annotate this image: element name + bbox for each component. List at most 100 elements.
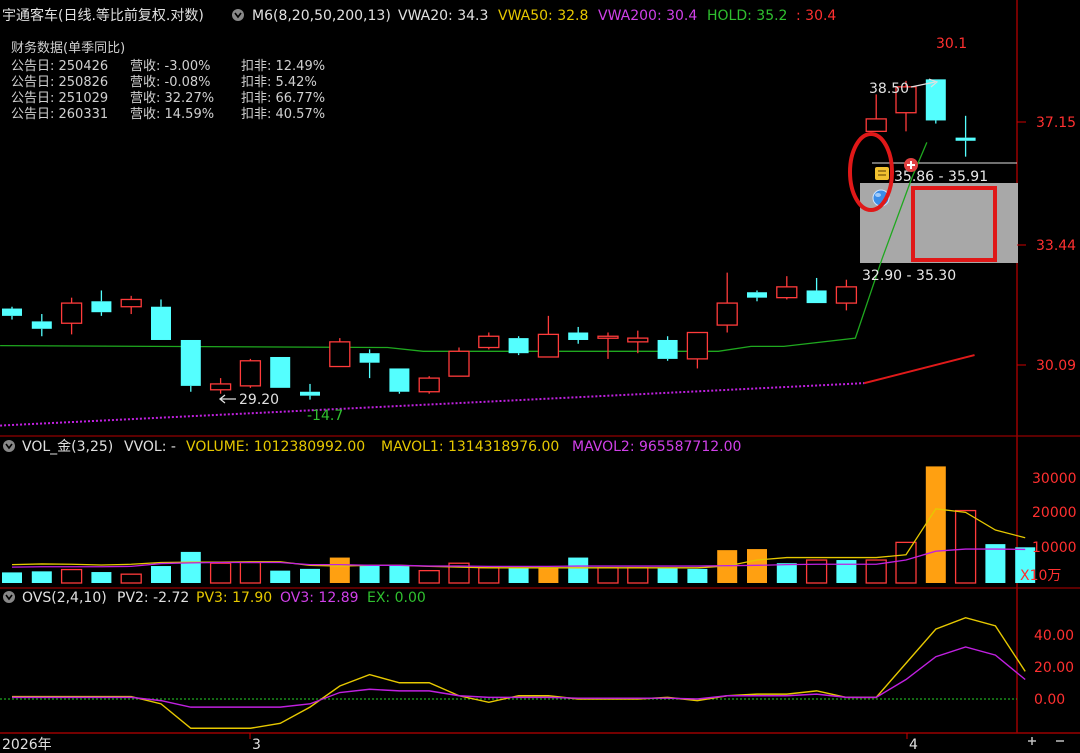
vol-name: VOL_金(3,25) [22, 439, 113, 455]
candle [568, 326, 589, 344]
low-label: 29.20 [239, 392, 279, 408]
candle [865, 94, 887, 132]
candle-body [300, 391, 320, 396]
zoom-in-icon[interactable] [1028, 737, 1036, 745]
date-label-march: 3 [252, 737, 261, 753]
candle [627, 330, 649, 354]
candle [60, 297, 83, 335]
candle [747, 290, 767, 302]
candle-body [359, 353, 380, 363]
candle [835, 279, 858, 311]
ovs-tick: 0.00 [1034, 692, 1065, 708]
indicator-toggle-icon[interactable] [232, 9, 244, 21]
volume-bar [180, 551, 201, 583]
volume-bar [597, 567, 619, 584]
candle [300, 383, 320, 400]
hold-line [0, 142, 928, 352]
candle [418, 376, 440, 394]
candle-body [120, 298, 142, 308]
candle-body [389, 368, 410, 392]
volume-bar [687, 568, 708, 583]
volume-bar [985, 544, 1006, 583]
fin-row-rev: 营收: 14.59% [130, 107, 214, 122]
candle [776, 276, 798, 300]
vol-toggle-icon[interactable] [3, 440, 15, 452]
vol-tick: 20000 [1032, 505, 1077, 521]
candle-body [239, 360, 262, 387]
pv3-readout: PV3: 17.90 [196, 590, 272, 606]
ovs-tick: 20.00 [1034, 660, 1074, 676]
candle-body [537, 333, 560, 358]
volume-bar [91, 572, 112, 583]
candle [925, 79, 946, 124]
candle [270, 356, 291, 388]
ovs-header: OVS(2,4,10) PV2: -2.72 PV3: 17.90 OV3: 1… [3, 590, 426, 606]
candle [657, 336, 678, 361]
ovs-lines [12, 617, 1026, 729]
financial-data: 财务数据(单季同比) 公告日: 250426 营收: -3.00% 扣非: 12… [11, 40, 325, 122]
candle-body [2, 308, 22, 316]
mavol1-readout: MAVOL1: 1314318976.00 [381, 439, 559, 455]
candle [151, 299, 171, 340]
volume-bar [31, 571, 52, 583]
fin-row-rev: 营收: -0.08% [130, 75, 211, 90]
volume-bar [389, 565, 410, 583]
candle [180, 339, 201, 392]
chart-header: 宇通客车(日线.等比前复权.对数) M6(8,20,50,200,13) VWA… [2, 7, 836, 24]
volume-bar [239, 561, 262, 584]
vol-header: VOL_金(3,25) VVOL: - VOLUME: 1012380992.0… [3, 439, 741, 455]
volume-bar [300, 568, 320, 583]
vol-axis: 30000 20000 10000 X10万 [1020, 471, 1077, 584]
volume-bar [657, 567, 678, 583]
candle [537, 315, 560, 358]
volume-bar [925, 466, 946, 583]
candle-body [270, 356, 291, 388]
fin-row-rev: 营收: 32.27% [130, 91, 214, 106]
note-icon[interactable] [875, 167, 889, 180]
candle-body [716, 302, 738, 326]
candle [806, 277, 827, 304]
fin-row-label: 公告日: 250426 [11, 59, 108, 74]
volume-bars [2, 466, 1036, 584]
candle [31, 314, 52, 337]
candle-body [657, 339, 678, 359]
volume-bar [954, 509, 977, 584]
candle-body [835, 286, 858, 304]
vol-unit: X10万 [1020, 568, 1061, 584]
candle [329, 338, 351, 368]
candle [508, 336, 529, 356]
ovs-toggle-icon[interactable] [3, 591, 15, 603]
candle [2, 306, 22, 320]
date-label-april: 4 [909, 737, 918, 753]
candle [359, 349, 380, 379]
candle-body [478, 335, 500, 349]
price-tick: 30.09 [1036, 358, 1076, 374]
fin-row-np: 扣非: 40.57% [241, 107, 325, 122]
candle-body [955, 137, 976, 141]
volume-bar [2, 572, 22, 583]
pv2-readout: PV2: -2.72 [117, 590, 189, 606]
price-tick: 37.15 [1036, 115, 1076, 131]
candle-body [806, 290, 827, 304]
candle-body [60, 302, 83, 324]
volume-bar [418, 569, 440, 584]
ovs-axis: 40.00 20.00 0.00 [1034, 628, 1074, 708]
vwa200-segment [864, 354, 975, 385]
price-axis: 37.15 33.44 30.09 [1017, 115, 1076, 374]
candle-body [151, 306, 171, 340]
candle [478, 332, 500, 350]
volume-bar [60, 568, 83, 584]
vol-tick: 10000 [1032, 540, 1077, 556]
volume-bar [151, 566, 171, 583]
vwa20-readout: VWA20: 34.3 [398, 8, 488, 24]
candle-body [865, 118, 887, 132]
date-label-year: 2026年 [2, 737, 52, 753]
low-arrow-icon [218, 394, 236, 404]
volume-bar [895, 541, 917, 584]
fin-row-label: 公告日: 250826 [11, 75, 108, 90]
volume-readout: VOLUME: 1012380992.00 [186, 439, 365, 455]
candle [597, 332, 619, 359]
candle [91, 290, 112, 316]
volume-bar [805, 559, 828, 584]
candle [209, 378, 232, 394]
